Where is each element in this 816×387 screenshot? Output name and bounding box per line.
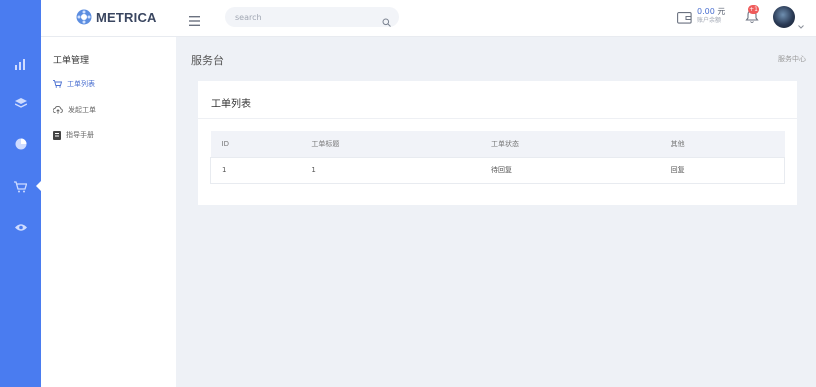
column-header-other: 其他: [659, 131, 785, 158]
search-icon[interactable]: [382, 12, 391, 31]
menu-toggle-icon[interactable]: [189, 11, 200, 26]
sidebar-item-create-ticket[interactable]: 发起工单: [53, 105, 96, 115]
sub-sidebar: 工单管理 工单列表 发起工单 指导手册: [41, 37, 176, 387]
logo-icon: [76, 9, 92, 25]
logo-text: METRICA: [96, 9, 157, 25]
avatar[interactable]: [773, 6, 795, 28]
bar-chart-icon[interactable]: [12, 56, 29, 73]
table-row: 1 1 待回复 回复: [210, 157, 785, 184]
ticket-card: 工单列表 ID 工单标题 工单状态 其他 1 1 待回复 回复: [198, 81, 797, 205]
chevron-down-icon[interactable]: [798, 14, 804, 33]
column-header-status: 工单状态: [480, 131, 660, 158]
book-icon: [53, 130, 61, 140]
search-input[interactable]: [235, 10, 375, 24]
card-header: 工单列表: [198, 81, 797, 119]
breadcrumb[interactable]: 服务中心: [778, 54, 806, 64]
sidebar-item-ticket-list[interactable]: 工单列表: [53, 79, 95, 89]
sidebar-item-guide[interactable]: 指导手册: [53, 130, 94, 140]
account-balance[interactable]: 0.00 元 账户余额: [697, 7, 725, 25]
cell-status: 待回复: [480, 157, 660, 184]
cell-title: 1: [300, 157, 481, 184]
pie-chart-icon[interactable]: [12, 135, 29, 152]
eye-icon[interactable]: [12, 219, 29, 236]
ticket-table: ID 工单标题 工单状态 其他 1 1 待回复 回复: [210, 131, 785, 184]
sidebar-item-label: 工单列表: [67, 80, 95, 88]
top-bar: METRICA 0.00 元 账户余额 +1: [41, 0, 816, 37]
main-content: 服务台 服务中心 工单列表 ID 工单标题 工单状态 其他 1 1 待回复 回复: [176, 37, 816, 387]
brand-logo[interactable]: METRICA: [76, 9, 157, 25]
upload-cloud-icon: [53, 106, 63, 114]
page-title: 服务台: [191, 54, 224, 67]
cart-icon[interactable]: [12, 178, 29, 195]
column-header-title: 工单标题: [300, 131, 481, 158]
search-box: [225, 7, 399, 27]
cart-icon: [53, 80, 62, 88]
balance-label: 账户余额: [697, 17, 722, 24]
notification-badge: +1: [748, 5, 759, 14]
table-header-row: ID 工单标题 工单状态 其他: [210, 131, 785, 158]
layers-icon[interactable]: [12, 95, 29, 112]
balance-currency: 元: [717, 7, 726, 16]
sidebar-item-label: 指导手册: [66, 131, 94, 139]
icon-rail: [0, 0, 42, 387]
reply-link[interactable]: 回复: [659, 157, 785, 184]
card-title: 工单列表: [211, 99, 251, 110]
balance-amount: 0.00: [697, 7, 715, 16]
column-header-id: ID: [210, 131, 301, 158]
sidebar-item-label: 发起工单: [68, 106, 96, 114]
cell-id: 1: [210, 157, 301, 184]
wallet-icon[interactable]: [677, 9, 692, 28]
subnav-heading: 工单管理: [53, 56, 90, 66]
